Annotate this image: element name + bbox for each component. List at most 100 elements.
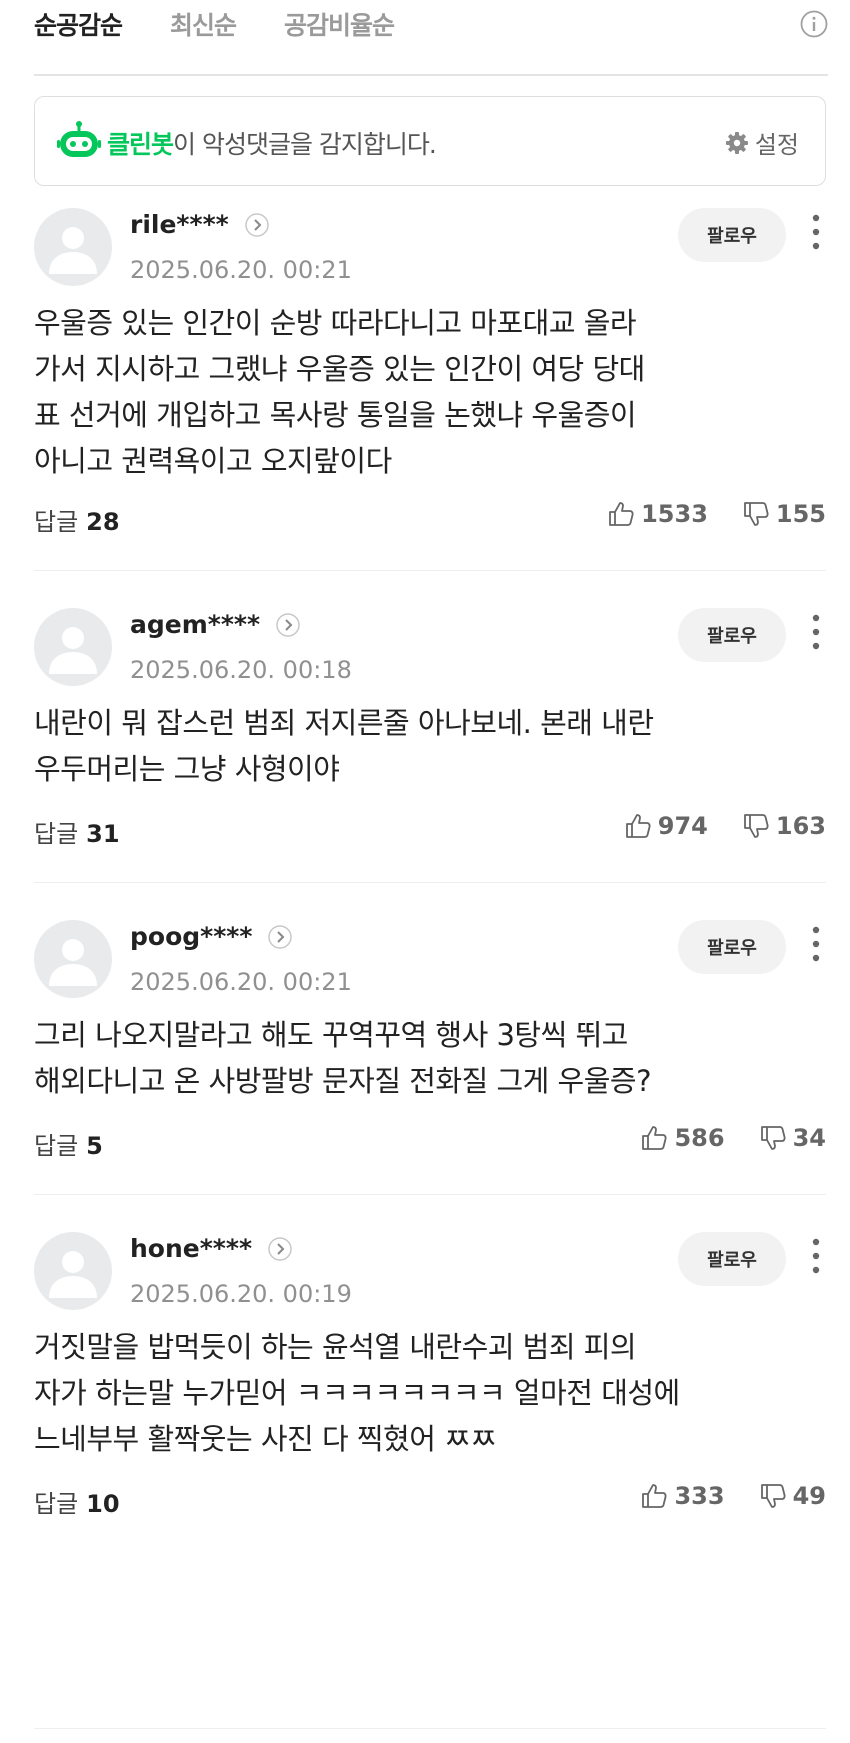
like-count: 974	[657, 812, 708, 840]
thumbs-up-icon	[625, 814, 651, 838]
reply-button[interactable]: 답글 5	[34, 1126, 103, 1161]
username-text: hone****	[130, 1234, 253, 1263]
cleanbot-text: 클린봇이 악성댓글을 감지합니다.	[107, 125, 437, 161]
dislike-button[interactable]: 49	[759, 1482, 826, 1510]
follow-button[interactable]: 팔로우	[678, 608, 786, 662]
comment-date: 2025.06.20. 00:21	[130, 968, 352, 996]
dislike-button[interactable]: 155	[742, 500, 826, 528]
chevron-right-icon	[268, 924, 293, 949]
avatar[interactable]	[34, 208, 112, 286]
comment-section: 순공감순 최신순 공감비율순 클린봇이 악성댓글을 감지합니다. 설정 rile…	[34, 0, 828, 1729]
chevron-right-icon	[276, 612, 300, 637]
vote-group: 974 163	[624, 812, 826, 840]
thumbs-down-icon	[743, 814, 769, 838]
comment-line: 거짓말을 밥먹듯이 하는 윤석열 내란수괴 범죄 피의	[34, 1330, 637, 1364]
dislike-count: 163	[775, 812, 826, 840]
comment-item: poog**** 2025.06.20. 00:21 팔로우 그리 나오지말라고…	[34, 920, 826, 1195]
vote-group: 333 49	[640, 1482, 826, 1510]
sort-tab-latest[interactable]: 최신순	[170, 6, 237, 42]
like-count: 586	[674, 1124, 725, 1152]
gear-icon	[725, 131, 748, 154]
dislike-count: 49	[792, 1482, 826, 1510]
reply-count: 31	[86, 820, 120, 848]
default-avatar-icon	[49, 1251, 97, 1298]
reply-label: 답글	[34, 820, 79, 848]
avatar[interactable]	[34, 1232, 112, 1310]
reply-button[interactable]: 답글 31	[34, 814, 120, 849]
sort-tab-ratio[interactable]: 공감비율순	[284, 6, 395, 42]
comment-line: 그리 나오지말라고 해도 꾸역꾸역 행사 3탕씩 뛰고	[34, 1018, 628, 1052]
more-options-icon[interactable]	[806, 612, 826, 652]
comment-username[interactable]: agem****	[130, 610, 300, 639]
reply-count: 28	[86, 508, 120, 536]
comment-date: 2025.06.20. 00:21	[130, 256, 352, 284]
username-text: rile****	[130, 210, 229, 239]
comment-line: 아니고 권력욕이고 오지랖이다	[34, 444, 392, 478]
follow-button[interactable]: 팔로우	[678, 208, 786, 262]
default-avatar-icon	[49, 939, 97, 986]
chevron-right-icon	[268, 1236, 292, 1261]
comment-username[interactable]: poog****	[130, 922, 293, 951]
comment-line: 표 선거에 개입하고 목사랑 통일을 논했냐 우울증이	[34, 398, 637, 432]
more-options-icon[interactable]	[806, 924, 826, 964]
like-button[interactable]: 1533	[607, 500, 708, 528]
chevron-right-icon	[244, 212, 269, 237]
reply-label: 답글	[34, 508, 79, 536]
thumbs-down-icon	[760, 1126, 786, 1150]
more-options-icon[interactable]	[806, 212, 826, 252]
reply-label: 답글	[34, 1490, 79, 1518]
dislike-button[interactable]: 34	[759, 1124, 826, 1152]
comment-line: 가서 지시하고 그랬냐 우울증 있는 인간이 여당 당대	[34, 352, 645, 386]
reply-button[interactable]: 답글 10	[34, 1484, 120, 1519]
info-icon[interactable]	[800, 10, 828, 38]
cleanbot-robot-icon	[57, 121, 101, 157]
comment-line: 자가 하는말 누가믿어 ㅋㅋㅋㅋㅋㅋㅋㅋ 얼마전 대성에	[34, 1376, 680, 1410]
comment-line: 우울증 있는 인간이 순방 따라다니고 마포대교 올라	[34, 306, 637, 340]
reply-count: 10	[86, 1490, 120, 1518]
username-text: poog****	[130, 922, 253, 951]
vote-group: 1533 155	[607, 500, 826, 528]
cleanbot-banner: 클린봇이 악성댓글을 감지합니다. 설정	[34, 96, 826, 186]
comment-item: agem**** 2025.06.20. 00:18 팔로우 내란이 뭐 잡스런…	[34, 608, 826, 883]
follow-button[interactable]: 팔로우	[678, 920, 786, 974]
cleanbot-message: 이 악성댓글을 감지합니다.	[173, 130, 437, 159]
thumbs-up-icon	[642, 1484, 668, 1508]
comment-item: rile**** 2025.06.20. 00:21 팔로우 우울증 있는 인간…	[34, 208, 826, 571]
reply-count: 5	[86, 1132, 103, 1160]
default-avatar-icon	[49, 627, 97, 674]
vote-group: 586 34	[640, 1124, 826, 1152]
comment-item: hone**** 2025.06.20. 00:19 팔로우 거짓말을 밥먹듯이…	[34, 1232, 826, 1729]
sort-tab-likes[interactable]: 순공감순	[34, 6, 123, 42]
reply-button[interactable]: 답글 28	[34, 502, 120, 537]
thumbs-down-icon	[760, 1484, 786, 1508]
like-button[interactable]: 333	[640, 1482, 725, 1510]
like-count: 333	[674, 1482, 725, 1510]
comment-body: 거짓말을 밥먹듯이 하는 윤석열 내란수괴 범죄 피의 자가 하는말 누가믿어 …	[34, 1324, 826, 1462]
more-options-icon[interactable]	[806, 1236, 826, 1276]
sort-bar: 순공감순 최신순 공감비율순	[34, 0, 828, 76]
thumbs-up-icon	[609, 502, 634, 526]
like-button[interactable]: 586	[640, 1124, 725, 1152]
comment-date: 2025.06.20. 00:18	[130, 656, 352, 684]
comment-username[interactable]: hone****	[130, 1234, 292, 1263]
comment-body: 우울증 있는 인간이 순방 따라다니고 마포대교 올라 가서 지시하고 그랬냐 …	[34, 300, 826, 484]
dislike-count: 155	[775, 500, 826, 528]
default-avatar-icon	[49, 227, 97, 274]
comment-username[interactable]: rile****	[130, 210, 269, 239]
avatar[interactable]	[34, 608, 112, 686]
reply-label: 답글	[34, 1132, 79, 1160]
follow-button[interactable]: 팔로우	[678, 1232, 786, 1286]
cleanbot-settings-button[interactable]: 설정	[725, 125, 799, 160]
comment-body: 그리 나오지말라고 해도 꾸역꾸역 행사 3탕씩 뛰고 해외다니고 온 사방팔방…	[34, 1012, 826, 1104]
username-text: agem****	[130, 610, 261, 639]
comment-line: 내란이 뭐 잡스런 범죄 저지른줄 아나보네. 본래 내란	[34, 706, 654, 740]
like-button[interactable]: 974	[624, 812, 708, 840]
comment-body: 내란이 뭐 잡스런 범죄 저지른줄 아나보네. 본래 내란 우두머리는 그냥 사…	[34, 700, 826, 792]
avatar[interactable]	[34, 920, 112, 998]
dislike-count: 34	[792, 1124, 826, 1152]
dislike-button[interactable]: 163	[742, 812, 826, 840]
like-count: 1533	[641, 500, 708, 528]
cleanbot-name: 클린봇	[107, 130, 174, 159]
settings-label: 설정	[754, 131, 799, 159]
comment-line: 해외다니고 온 사방팔방 문자질 전화질 그게 우울증?	[34, 1064, 651, 1098]
